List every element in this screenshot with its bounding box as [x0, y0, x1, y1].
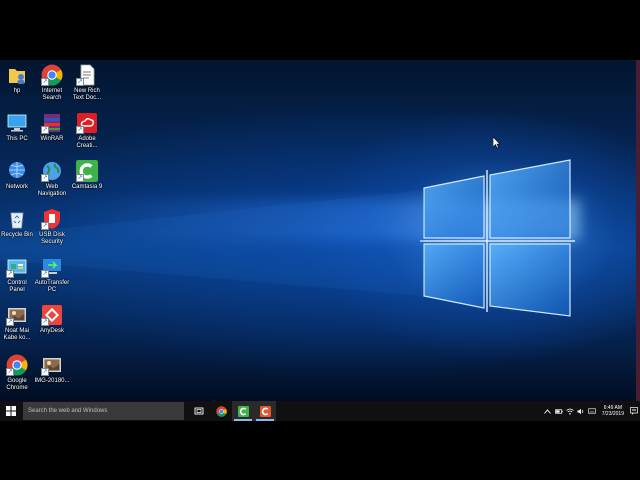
desktop-icon[interactable]: ↗ AutoTransfer PC: [30, 256, 74, 294]
desktop-icon[interactable]: ↗ Camtasia 9: [65, 160, 109, 191]
system-tray: 6:49 AM 7/23/2019: [544, 401, 638, 421]
volume-button[interactable]: [577, 406, 585, 416]
clock-date: 7/23/2019: [601, 411, 624, 417]
shortcut-arrow-icon: ↗: [41, 270, 49, 278]
shortcut-arrow-icon: ↗: [76, 126, 84, 134]
keyboard-button[interactable]: [587, 406, 596, 416]
recycle-bin-icon: [6, 208, 28, 230]
desktop-icon[interactable]: ↗ IMG-20180...: [30, 354, 74, 385]
camtasia-icon: ↗: [76, 160, 98, 182]
shortcut-arrow-icon: ↗: [41, 318, 49, 326]
desktop[interactable]: hp ↗ Internet Search ↗ New Rich Text Doc... T…: [0, 60, 636, 401]
shortcut-arrow-icon: ↗: [41, 126, 49, 134]
battery-button[interactable]: [554, 406, 563, 416]
shortcut-arrow-icon: ↗: [76, 174, 84, 182]
window-edge: [636, 60, 640, 401]
search-placeholder: Search the web and Windows: [28, 408, 108, 414]
shortcut-arrow-icon: ↗: [41, 174, 49, 182]
camtasia-recorder-icon: [259, 405, 271, 417]
chrome-icon: ↗: [6, 354, 28, 376]
camtasia-icon: [237, 405, 249, 417]
letterbox-top: [0, 0, 640, 60]
shortcut-arrow-icon: ↗: [6, 318, 14, 326]
shortcut-arrow-icon: ↗: [6, 368, 14, 376]
adobe-creative-cloud-icon: ↗: [76, 112, 98, 134]
task-view-icon: [194, 407, 204, 415]
autotransfer-icon: ↗: [41, 256, 63, 278]
clock-button[interactable]: 6:49 AM 7/23/2019: [602, 405, 624, 417]
desktop-icon-label: IMG-20180...: [34, 378, 70, 384]
winrar-icon: ↗: [41, 112, 63, 134]
desktop-icon[interactable]: ↗ AnyDesk: [30, 304, 74, 335]
user-folder-icon: [6, 64, 28, 86]
desktop-icon[interactable]: ↗ New Rich Text Doc...: [65, 64, 109, 102]
shortcut-arrow-icon: ↗: [6, 270, 14, 278]
shortcut-arrow-icon: ↗: [76, 78, 84, 86]
desktop-icon-label: AnyDesk: [39, 328, 64, 334]
chevron-up-icon: [544, 408, 552, 414]
desktop-icon-label: AutoTransfer PC: [34, 280, 70, 293]
usb-security-icon: ↗: [41, 208, 63, 230]
image-file-icon: ↗: [41, 354, 63, 376]
action-center-button[interactable]: [630, 406, 638, 416]
shortcut-arrow-icon: ↗: [41, 368, 49, 376]
network-tray-button[interactable]: [565, 406, 574, 416]
show-hidden-icons-button[interactable]: [544, 406, 552, 416]
notification-icon: [630, 407, 638, 415]
keyboard-icon: [587, 408, 596, 414]
image-file-icon: ↗: [6, 304, 28, 326]
speaker-icon: [577, 408, 583, 414]
battery-icon: [554, 408, 563, 414]
mouse-pointer-icon: [493, 137, 501, 149]
chrome-icon: ↗: [41, 64, 63, 86]
shortcut-arrow-icon: ↗: [41, 222, 49, 230]
start-button[interactable]: [0, 401, 22, 421]
anydesk-icon: ↗: [41, 304, 63, 326]
desktop-icon-label: USB Disk Security: [39, 232, 65, 245]
document-icon: ↗: [76, 64, 98, 86]
taskbar-camtasia-recorder-button[interactable]: [254, 401, 276, 421]
wifi-icon: [565, 408, 574, 415]
network-icon: [6, 160, 28, 182]
windows-start-icon: [6, 406, 16, 416]
desktop-icon[interactable]: ↗ USB Disk Security: [30, 208, 74, 246]
desktop-icon-label: Adobe Creati...: [76, 136, 98, 149]
globe-icon: ↗: [41, 160, 63, 182]
taskbar-camtasia-button[interactable]: [232, 401, 254, 421]
desktop-icon-label: Camtasia 9: [71, 184, 103, 190]
control-panel-icon: ↗: [6, 256, 28, 278]
shortcut-arrow-icon: ↗: [41, 78, 49, 86]
taskbar: Search the web and Windows 6:49 AM 7/23/…: [0, 401, 640, 421]
desktop-icon[interactable]: ↗ Adobe Creati...: [65, 112, 109, 150]
taskbar-chrome-button[interactable]: [210, 401, 232, 421]
task-view-button[interactable]: [188, 401, 210, 421]
taskbar-search-box[interactable]: Search the web and Windows: [23, 402, 184, 420]
chrome-icon: [215, 405, 227, 417]
computer-icon: [6, 112, 28, 134]
letterbox-bottom: [0, 421, 640, 480]
desktop-icon-label: New Rich Text Doc...: [72, 88, 102, 101]
